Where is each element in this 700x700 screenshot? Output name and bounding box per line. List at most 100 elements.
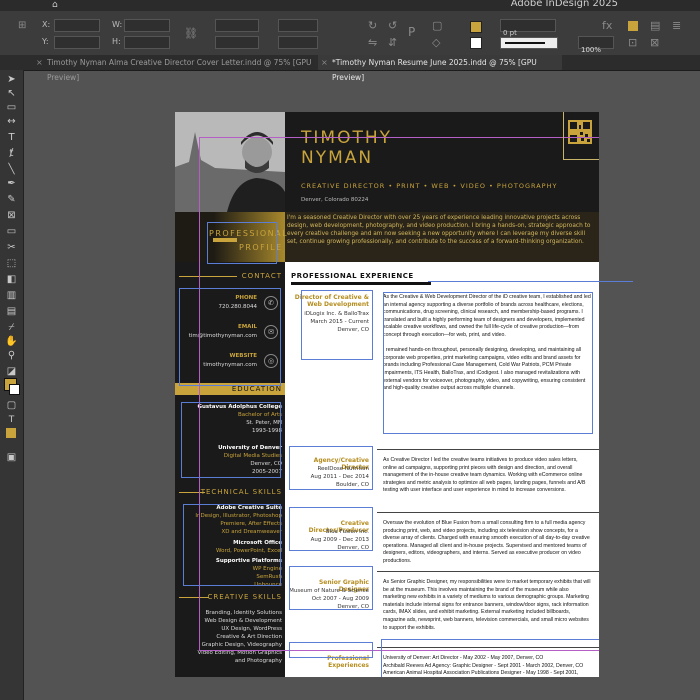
home-icon[interactable]: ⌂ bbox=[52, 0, 58, 11]
job-description[interactable]: Oversaw the evolution of Blue Fusion fro… bbox=[383, 520, 591, 566]
stroke-color-box[interactable] bbox=[9, 384, 20, 395]
scale-x-field[interactable] bbox=[215, 19, 259, 32]
x-field[interactable] bbox=[54, 19, 100, 32]
gradient-feather-icon[interactable]: ▥ bbox=[5, 290, 18, 302]
selection-tool-icon[interactable]: ➤ bbox=[5, 74, 18, 86]
w-field[interactable] bbox=[124, 19, 170, 32]
formatting-text-icon[interactable]: T bbox=[5, 414, 18, 426]
rotate-field[interactable] bbox=[278, 19, 318, 32]
hand-tool-icon[interactable]: ✋ bbox=[5, 336, 18, 348]
gap-tool-icon[interactable]: ↔ bbox=[5, 116, 18, 128]
experience-heading[interactable]: PROFESSIONAL EXPERIENCE bbox=[291, 272, 414, 280]
formatting-container-icon[interactable]: ▢ bbox=[5, 400, 18, 412]
direct-selection-tool-icon[interactable]: ↖ bbox=[5, 88, 18, 100]
stroke-weight-field[interactable]: 0 pt bbox=[500, 19, 556, 37]
type-tool-icon[interactable]: T bbox=[5, 132, 18, 144]
profile-label-2[interactable]: PROFILE bbox=[239, 235, 283, 254]
creative-skill-line: Graphic Design, Videography bbox=[201, 642, 282, 648]
job-place: Denver, CO bbox=[337, 327, 369, 333]
edu-place-2: Denver, CO bbox=[250, 461, 282, 467]
rotate-ccw-icon[interactable]: ↺ bbox=[388, 20, 397, 31]
profile-summary[interactable]: I'm a seasoned Creative Director with ov… bbox=[287, 214, 592, 246]
stroke-type-select[interactable] bbox=[500, 37, 558, 49]
frame-fitting-icon[interactable]: ⊡ bbox=[628, 37, 637, 48]
portrait-image bbox=[175, 112, 285, 212]
tools-panel: ➤ ↖ ▭ ↔ T ⱦ ╲ ✒ ✎ ⊠ ▭ ✂ ⬚ ◧ ▥ ▤ ⌿ ✋ ⚲ ◪ … bbox=[0, 70, 24, 700]
tech-skill-line: Premiere, After Effects bbox=[220, 521, 282, 527]
email-label: EMAIL bbox=[237, 324, 257, 330]
stroke-swatch[interactable] bbox=[470, 37, 482, 49]
zoom-field[interactable]: 100% bbox=[578, 36, 614, 54]
select-container-icon[interactable]: ▢ bbox=[432, 20, 442, 31]
line-tool-icon[interactable]: ╲ bbox=[5, 164, 18, 176]
job-divider bbox=[377, 512, 599, 513]
type-on-path-icon[interactable]: ⱦ bbox=[5, 148, 18, 160]
default-colors-icon[interactable]: ◪ bbox=[5, 366, 18, 378]
qr-code[interactable] bbox=[568, 120, 592, 144]
scale-y-field[interactable] bbox=[215, 36, 259, 49]
website-value[interactable]: timothynyman.com bbox=[203, 362, 257, 368]
zoom-value: 100% bbox=[581, 46, 602, 54]
job-company: Blue Fusion Inc. bbox=[325, 529, 369, 535]
zoom-tool-icon[interactable]: ⚲ bbox=[5, 350, 18, 362]
tech-skill-line: WP Engine bbox=[252, 566, 282, 572]
h-label: H: bbox=[112, 37, 121, 46]
h-field[interactable] bbox=[124, 36, 170, 49]
edu-school-2[interactable]: University of Denver bbox=[218, 445, 282, 451]
eyedropper-tool-icon[interactable]: ⌿ bbox=[5, 322, 18, 334]
tab-label: *Timothy Nyman Resume June 2025.indd @ 7… bbox=[332, 58, 537, 82]
job-description[interactable]: As Creative Director I led the creative … bbox=[383, 457, 591, 495]
tab-cover-letter[interactable]: × Timothy Nyman Alma Creative Director C… bbox=[33, 55, 325, 82]
phone-icon: ✆ bbox=[264, 296, 278, 310]
edu-degree-2: Digital Media Studies bbox=[223, 453, 282, 459]
pen-tool-icon[interactable]: ✒ bbox=[5, 178, 18, 190]
pencil-tool-icon[interactable]: ✎ bbox=[5, 194, 18, 206]
x-label: X: bbox=[42, 20, 51, 29]
education-heading[interactable]: EDUCATION bbox=[175, 385, 285, 393]
rectangle-tool-icon[interactable]: ▭ bbox=[5, 226, 18, 238]
apply-color-icon[interactable] bbox=[6, 428, 16, 438]
job-title[interactable]: Professional Experiences bbox=[287, 655, 369, 669]
align-icon[interactable]: ≣ bbox=[672, 20, 681, 31]
select-content-icon[interactable]: ◇ bbox=[432, 37, 440, 48]
text-wrap-icon[interactable]: ▤ bbox=[650, 20, 660, 31]
gradient-tool-icon[interactable]: ◧ bbox=[5, 274, 18, 286]
shear-field[interactable] bbox=[278, 36, 318, 49]
y-field[interactable] bbox=[54, 36, 100, 49]
flip-horizontal-icon[interactable]: ⇋ bbox=[368, 37, 377, 48]
location[interactable]: Denver, Colorado 80224 bbox=[301, 186, 368, 205]
job-description[interactable]: As the Creative & Web Development Direct… bbox=[383, 294, 591, 393]
path-p-icon[interactable]: P bbox=[408, 26, 415, 38]
fx-icon[interactable]: fx bbox=[602, 20, 612, 31]
document-page[interactable]: TIMOTHY NYMAN CREATIVE DIRECTOR • PRINT … bbox=[175, 112, 599, 677]
job-description[interactable]: As Senior Graphic Designer, my responsib… bbox=[383, 579, 591, 632]
flip-vertical-icon[interactable]: ⇵ bbox=[388, 37, 397, 48]
color-chip[interactable] bbox=[628, 21, 638, 31]
tech-skill-line: Unbounce bbox=[254, 582, 282, 588]
close-icon[interactable]: × bbox=[321, 55, 328, 70]
portrait-photo[interactable] bbox=[175, 112, 285, 212]
rotate-cw-icon[interactable]: ↻ bbox=[368, 20, 377, 31]
job-divider bbox=[377, 647, 599, 648]
free-transform-icon[interactable]: ⬚ bbox=[5, 258, 18, 270]
edu-school-1[interactable]: Gustavus Adolphus College bbox=[197, 404, 282, 410]
experience-heading-rule bbox=[291, 282, 431, 285]
page-tool-icon[interactable]: ▭ bbox=[5, 102, 18, 114]
name-line-2[interactable]: NYMAN bbox=[301, 148, 373, 168]
auto-fit-icon[interactable]: ⊠ bbox=[650, 37, 659, 48]
scissors-tool-icon[interactable]: ✂ bbox=[5, 242, 18, 254]
job-title[interactable]: Director of Creative & Web Development bbox=[287, 294, 369, 308]
constrain-proportions-icon[interactable]: ⛓ bbox=[184, 28, 198, 39]
email-value[interactable]: tim@timothynyman.com bbox=[189, 333, 257, 339]
phone-value[interactable]: 720.280.8044 bbox=[219, 304, 258, 310]
note-tool-icon[interactable]: ▤ bbox=[5, 306, 18, 318]
reference-point-icon[interactable]: ⊞ bbox=[18, 20, 26, 31]
close-icon[interactable]: × bbox=[36, 55, 43, 70]
job-description[interactable]: University of Denver: Art Director - May… bbox=[383, 655, 591, 677]
tab-resume[interactable]: × *Timothy Nyman Resume June 2025.indd @… bbox=[318, 55, 562, 82]
name-line-1[interactable]: TIMOTHY bbox=[301, 128, 392, 148]
fill-swatch[interactable] bbox=[470, 21, 482, 33]
screen-mode-icon[interactable]: ▣ bbox=[5, 452, 18, 464]
rectangle-frame-icon[interactable]: ⊠ bbox=[5, 210, 18, 222]
profile-bar bbox=[213, 238, 237, 242]
